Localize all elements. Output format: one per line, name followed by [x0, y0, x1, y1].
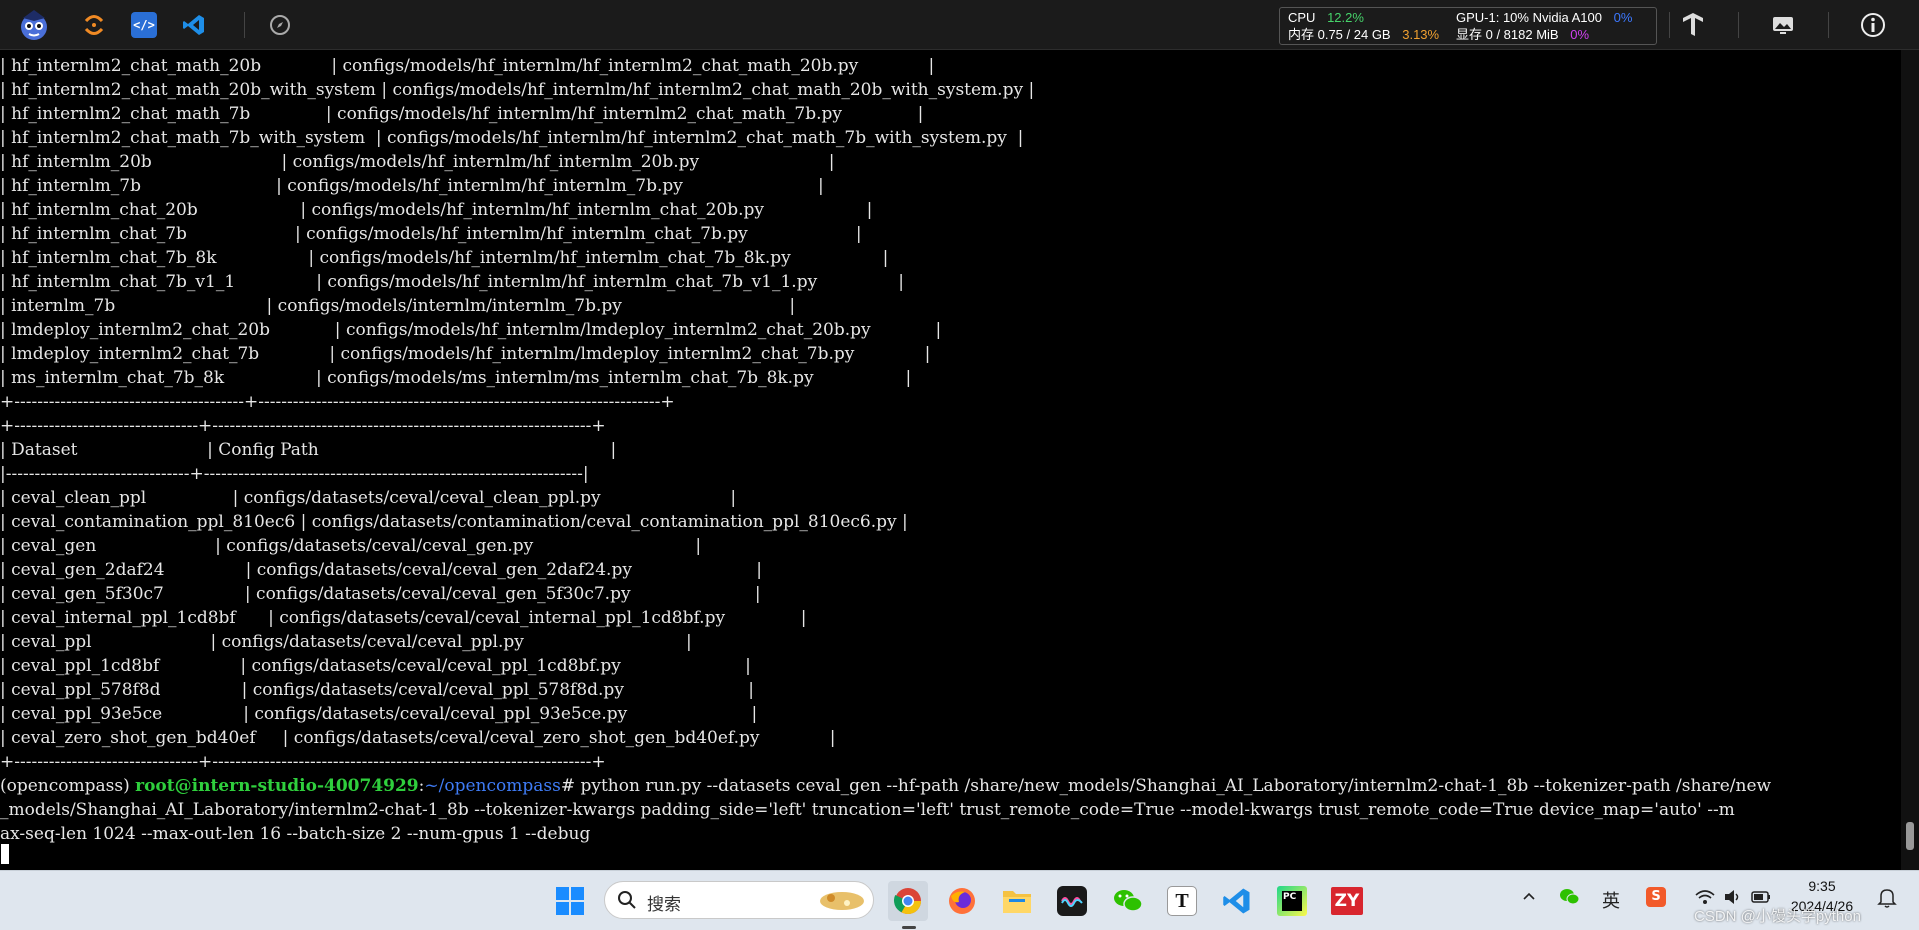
terminal-line: | ceval_ppl_1cd8bf | configs/datasets/ce… — [0, 656, 751, 676]
terminal-line: | hf_internlm_20b | configs/models/hf_in… — [0, 152, 835, 172]
compass-icon[interactable] — [260, 5, 300, 45]
prompt-symbol: # — [560, 776, 581, 796]
firefox-icon[interactable] — [942, 881, 982, 921]
chevron-up-icon[interactable] — [1521, 889, 1537, 910]
code-editor-icon[interactable]: </> — [124, 5, 164, 45]
toolbar-divider — [1669, 12, 1670, 38]
terminal-line: | ceval_clean_ppl | configs/datasets/cev… — [0, 488, 737, 508]
terminal-line: | hf_internlm_chat_7b_v1_1 | configs/mod… — [0, 272, 904, 292]
terminal-line: | hf_internlm_7b | configs/models/hf_int… — [0, 176, 824, 196]
command-text: python run.py --datasets ceval_gen --hf-… — [580, 776, 1772, 796]
terminal-output[interactable]: | hf_internlm2_chat_math_20b | configs/m… — [0, 50, 1901, 870]
memory-label: 内存 0.75 / 24 GB — [1288, 27, 1391, 42]
terminal-line: | hf_internlm_chat_7b | configs/models/h… — [0, 224, 862, 244]
memory-usage-value: 3.13% — [1402, 27, 1440, 42]
terminal-line: | ceval_gen_2daf24 | configs/datasets/ce… — [0, 560, 762, 580]
app-toolbar: </> CPU 12.2% 内存 0.75 / 24 GB 3.13% GPU-… — [0, 0, 1919, 50]
typora-icon[interactable]: T — [1162, 881, 1202, 921]
windows-taskbar: 搜索 T PC ZY 英 S 9:35 2024/4/26 CSDN @小馒头学… — [0, 870, 1919, 930]
refresh-icon[interactable] — [74, 5, 114, 45]
terminal-line: | ceval_gen_5f30c7 | configs/datasets/ce… — [0, 584, 761, 604]
vscode-taskbar-icon[interactable] — [1217, 881, 1257, 921]
terminal-line: | ceval_contamination_ppl_810ec6 | confi… — [0, 512, 908, 532]
mascot-logo-icon[interactable] — [14, 5, 54, 45]
prompt-path: ~/opencompass — [424, 776, 561, 796]
terminal-line: +--------------------------------+------… — [0, 416, 606, 436]
toolbar-divider — [1828, 12, 1829, 38]
taskbar-search-box[interactable]: 搜索 — [604, 881, 874, 919]
terminal-line: +--------------------------------+------… — [0, 752, 606, 772]
terminal-line: | ceval_zero_shot_gen_bd40ef | configs/d… — [0, 728, 836, 748]
resource-monitor: CPU 12.2% 内存 0.75 / 24 GB 3.13% GPU-1: 1… — [1279, 7, 1657, 45]
terminal-line: | ceval_gen | configs/datasets/ceval/cev… — [0, 536, 702, 556]
terminal-line: +---------------------------------------… — [0, 392, 675, 412]
terminal-line: | hf_internlm2_chat_math_7b | configs/mo… — [0, 104, 924, 124]
wechat-icon[interactable] — [1108, 881, 1148, 921]
terminal-line: | lmdeploy_internlm2_chat_20b | configs/… — [0, 320, 942, 340]
command-wrap-line: ax-seq-len 1024 --max-out-len 16 --batch… — [0, 824, 591, 844]
vram-usage-value: 0% — [1570, 27, 1590, 42]
terminal-line: | hf_internlm2_chat_math_20b | configs/m… — [0, 56, 935, 76]
pycharm-icon[interactable]: PC — [1272, 881, 1312, 921]
windows-start-icon[interactable] — [550, 881, 590, 921]
csdn-watermark: CSDN @小馒头学python — [1694, 908, 1861, 925]
gpu-label: GPU-1: 10% Nvidia A100 — [1456, 10, 1602, 25]
monitor-image-icon[interactable] — [1763, 5, 1803, 45]
info-icon[interactable] — [1853, 5, 1893, 45]
shell-prompt-line: (opencompass) root@intern-studio-4007492… — [0, 774, 1771, 798]
gpu-usage-value: 0% — [1613, 10, 1633, 25]
search-icon — [617, 890, 637, 915]
toolbar-divider — [244, 12, 245, 38]
clock-time[interactable]: 9:35 — [1777, 878, 1867, 894]
terminal-line: | Dataset | Config Path | — [0, 440, 617, 460]
scrollbar-thumb[interactable] — [1906, 822, 1914, 850]
vscode-icon[interactable] — [174, 5, 214, 45]
conda-env: (opencompass) — [0, 776, 136, 796]
toolbar-divider — [1738, 12, 1739, 38]
terminal-line: | ceval_ppl_578f8d | configs/datasets/ce… — [0, 680, 754, 700]
terminal-line: | hf_internlm2_chat_math_7b_with_system … — [0, 128, 1024, 148]
file-explorer-icon[interactable] — [997, 881, 1037, 921]
vram-label: 显存 0 / 8182 MiB — [1456, 27, 1559, 42]
sogou-ime-icon[interactable]: S — [1646, 887, 1666, 907]
audio-app-icon[interactable] — [1052, 881, 1092, 921]
cpu-usage-value: 12.2% — [1327, 10, 1364, 25]
terminal-line: | hf_internlm2_chat_math_20b_with_system… — [0, 80, 1035, 100]
terminal-line: | ceval_internal_ppl_1cd8bf | configs/da… — [0, 608, 807, 628]
terminal-line: | ms_internlm_chat_7b_8k | configs/model… — [0, 368, 912, 388]
terminal-line: | hf_internlm_chat_20b | configs/models/… — [0, 200, 873, 220]
terminal-line: | internlm_7b | configs/models/internlm/… — [0, 296, 796, 316]
wechat-tray-icon[interactable] — [1558, 887, 1580, 912]
chrome-icon[interactable] — [888, 881, 928, 921]
cpu-label: CPU — [1288, 10, 1316, 25]
terminal-line: |--------------------------------+------… — [0, 464, 589, 484]
terminal-cursor — [1, 844, 9, 864]
notification-bell-icon[interactable] — [1877, 887, 1897, 914]
terminal-line: | lmdeploy_internlm2_chat_7b | configs/m… — [0, 344, 931, 364]
search-highlight-icon — [817, 887, 867, 918]
zy-app-icon[interactable]: ZY — [1327, 881, 1367, 921]
prompt-user-host: root@intern-studio-40074929 — [135, 776, 419, 796]
input-method-indicator[interactable]: 英 — [1602, 887, 1620, 913]
command-wrap-line: _models/Shanghai_AI_Laboratory/internlm2… — [0, 800, 1735, 820]
terminal-scrollbar[interactable] — [1901, 50, 1919, 870]
tensorflow-icon[interactable] — [1673, 5, 1713, 45]
terminal-line: | hf_internlm_chat_7b_8k | configs/model… — [0, 248, 889, 268]
terminal-line: | ceval_ppl | configs/datasets/ceval/cev… — [0, 632, 692, 652]
terminal-line: | ceval_ppl_93e5ce | configs/datasets/ce… — [0, 704, 758, 724]
active-app-indicator — [902, 926, 916, 929]
search-placeholder: 搜索 — [647, 895, 681, 914]
